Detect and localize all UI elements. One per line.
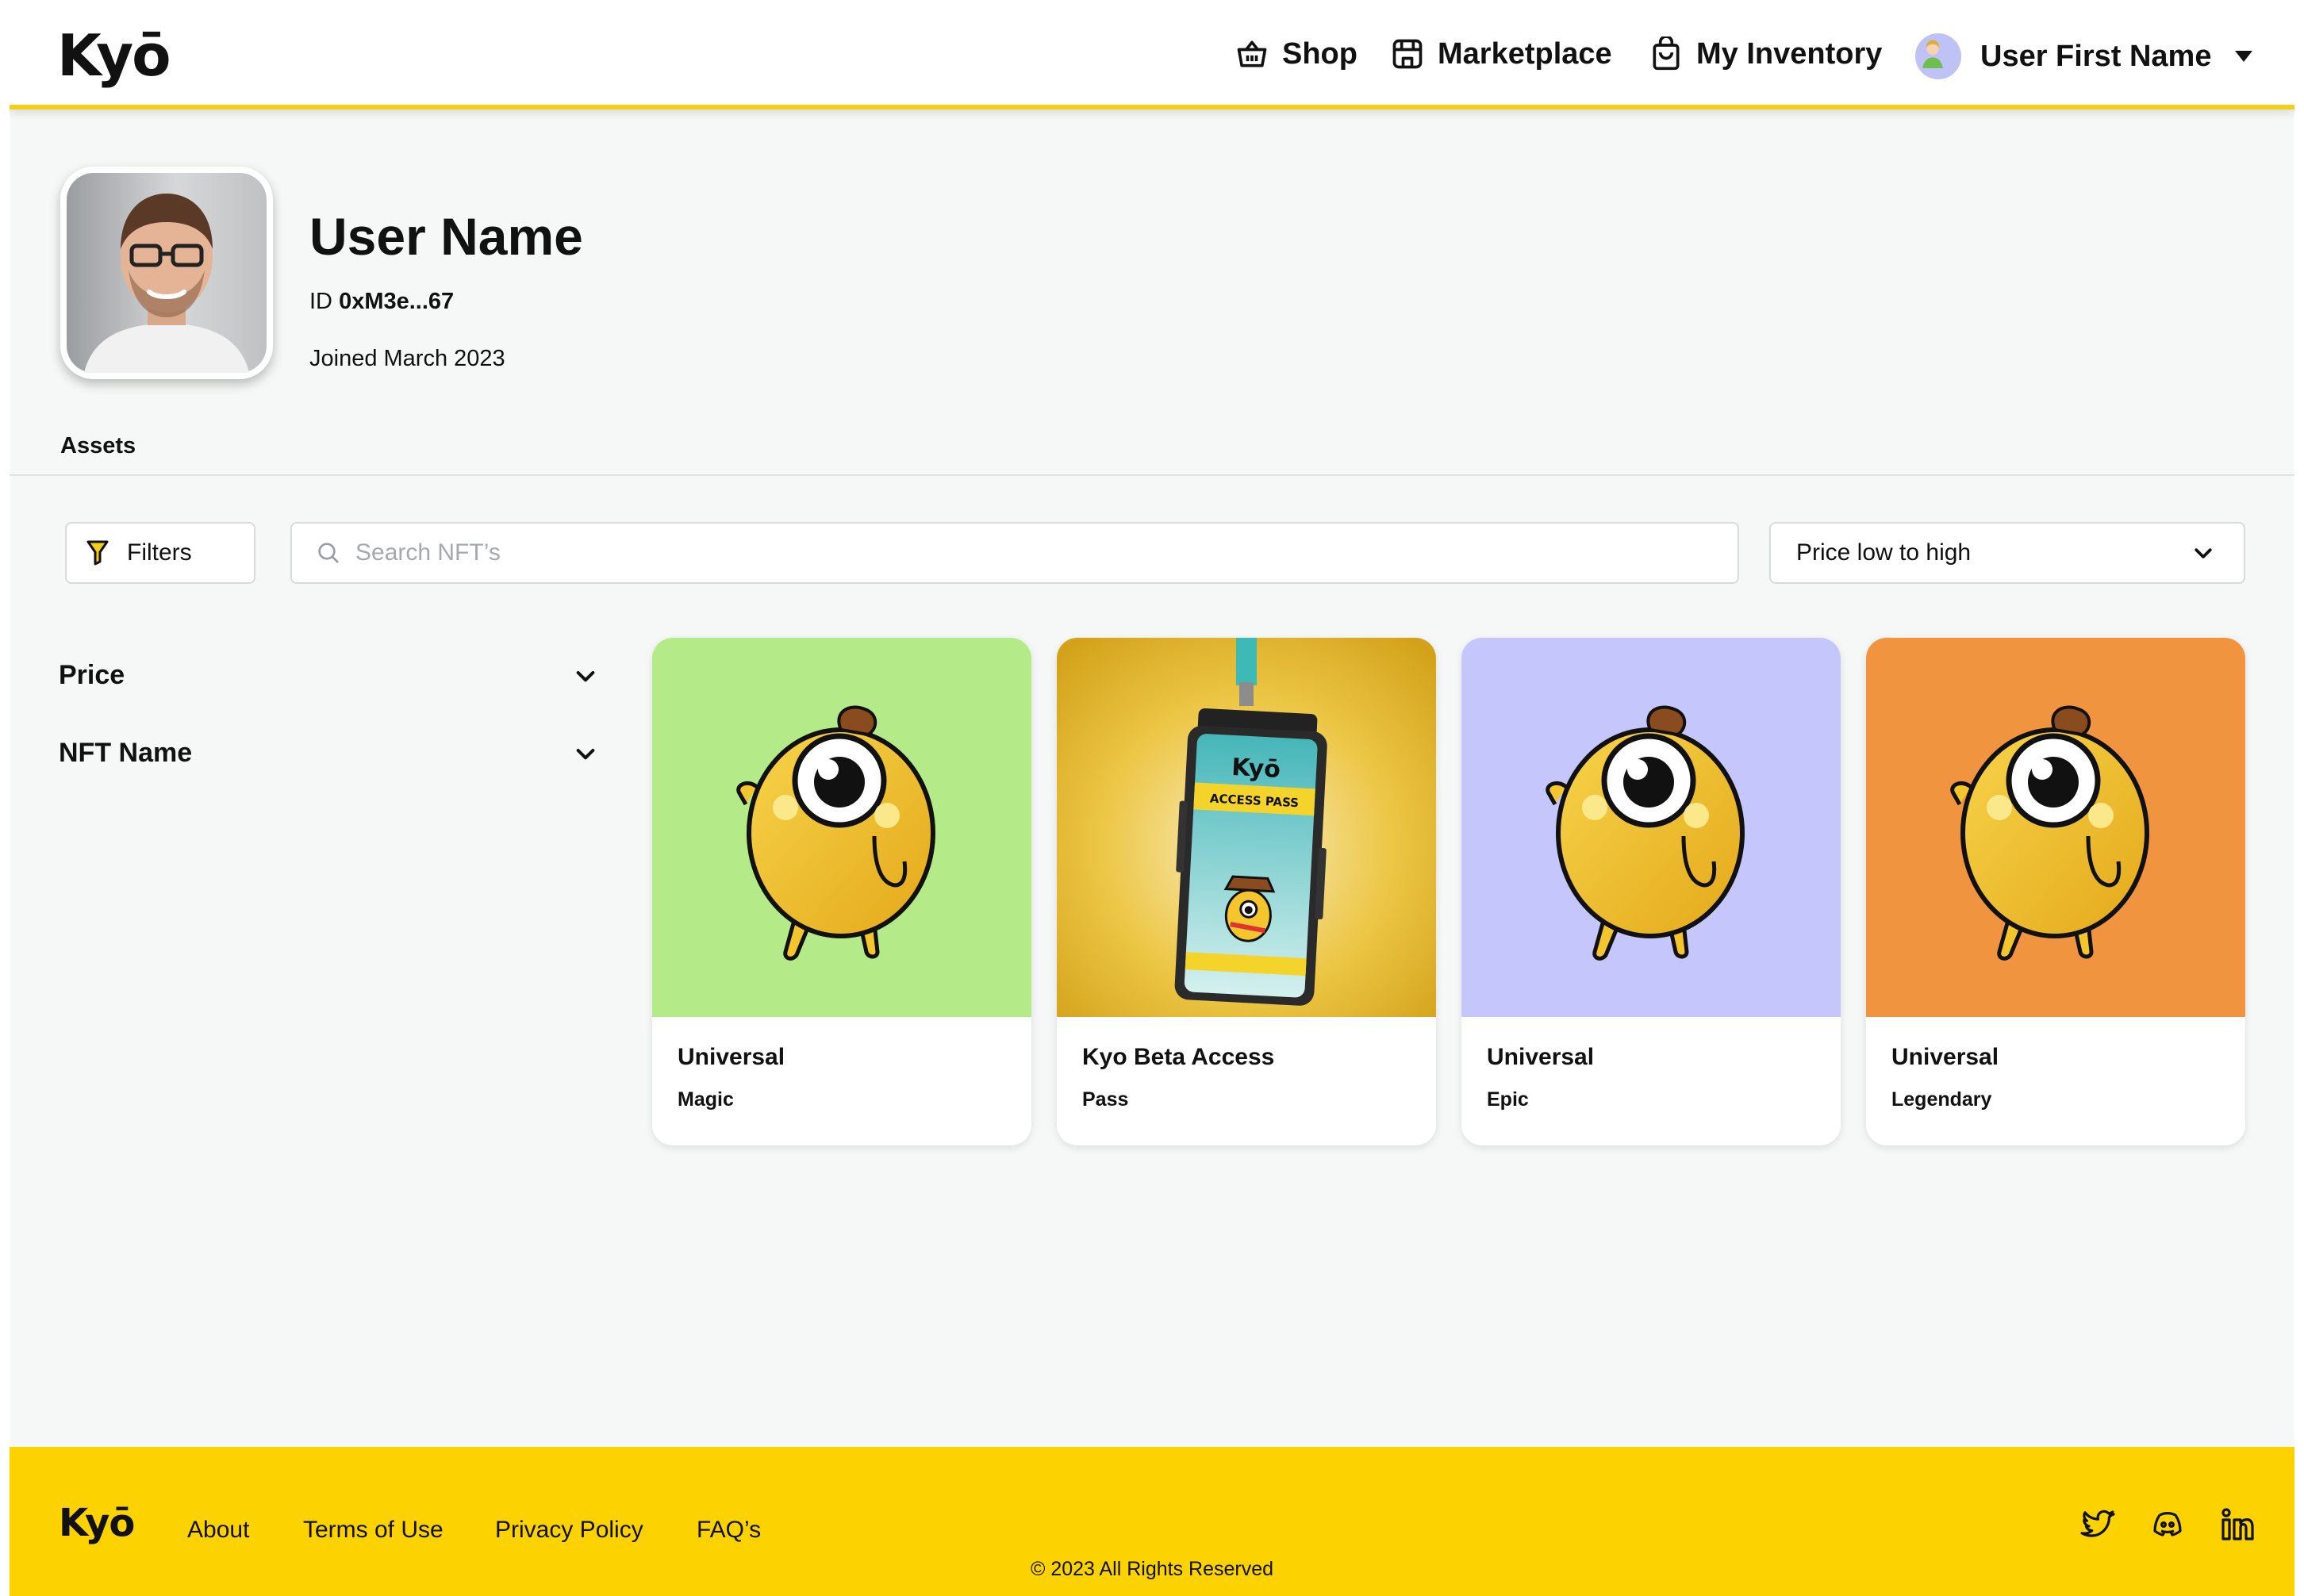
nav-marketplace[interactable]: Marketplace <box>1390 36 1612 71</box>
chevron-down-icon <box>576 748 595 759</box>
copyright-text: © 2023 All Rights Reserved <box>1030 1558 1274 1580</box>
tabs-divider <box>10 474 2294 476</box>
nft-card[interactable]: Universal Legendary <box>1866 638 2245 1145</box>
nav-my-inventory[interactable]: My Inventory <box>1649 36 1882 71</box>
search-icon <box>318 543 339 563</box>
profile-id-label: ID <box>309 289 332 314</box>
discord-icon[interactable] <box>2148 1506 2187 1544</box>
facet-nft-name-label: NFT Name <box>59 738 193 768</box>
nft-rarity: Epic <box>1487 1088 1529 1111</box>
page: Kyō Shop Marketplace My Inventory User F… <box>10 5 2294 1596</box>
filters-button[interactable]: Filters <box>65 522 255 584</box>
kyo-logo[interactable]: Kyō <box>57 22 171 89</box>
footer-link-faq[interactable]: FAQ’s <box>697 1517 761 1544</box>
nav-my-inventory-label: My Inventory <box>1696 36 1883 71</box>
twitter-icon[interactable] <box>2079 1506 2117 1544</box>
pass-logo: Kyō <box>1231 754 1281 784</box>
nft-rarity: Legendary <box>1891 1088 1992 1111</box>
nft-card[interactable]: Universal Epic <box>1461 638 1841 1145</box>
nft-rarity: Pass <box>1082 1088 1129 1111</box>
nft-image: Kyō ACCESS PASS <box>1057 638 1436 1017</box>
search-bar[interactable] <box>290 522 1739 584</box>
facet-nft-name[interactable]: NFT Name <box>59 738 598 769</box>
access-pass-image: Kyō ACCESS PASS <box>1057 638 1436 1017</box>
profile-joined-date: Joined March 2023 <box>309 346 505 371</box>
nft-card[interactable]: Universal Magic <box>652 638 1031 1145</box>
nft-card[interactable]: Kyō ACCESS PASS Kyo Beta Access Pass <box>1057 638 1436 1145</box>
profile-id: ID 0xM3e...67 <box>309 289 454 315</box>
top-navbar: Kyō Shop Marketplace My Inventory User F… <box>10 5 2294 109</box>
footer-link-about[interactable]: About <box>187 1517 249 1544</box>
profile-photo <box>60 167 273 379</box>
footer-logo[interactable]: Kyō <box>59 1501 135 1545</box>
facet-price-label: Price <box>59 660 125 690</box>
nft-image <box>1461 638 1841 1017</box>
chevron-down-icon <box>576 670 595 681</box>
kyo-mascot-image <box>1950 705 2149 961</box>
profile-id-value: 0xM3e...67 <box>339 289 455 314</box>
user-first-name: User First Name <box>1980 39 2212 73</box>
shopping-bag-icon <box>1653 36 1680 71</box>
kyo-mascot-image <box>736 705 935 961</box>
footer-link-privacy[interactable]: Privacy Policy <box>495 1517 643 1544</box>
linkedin-icon[interactable] <box>2218 1506 2256 1544</box>
nft-title: Universal <box>678 1044 785 1070</box>
kyo-mascot-image <box>1546 705 1745 961</box>
search-input[interactable] <box>354 539 1706 567</box>
nft-rarity: Magic <box>678 1088 734 1111</box>
basket-icon <box>1237 40 1267 67</box>
footer-link-terms[interactable]: Terms of Use <box>303 1517 444 1544</box>
nav-shop[interactable]: Shop <box>1235 36 1357 71</box>
sort-selected-value: Price low to high <box>1796 539 1972 566</box>
tab-assets[interactable]: Assets <box>60 433 136 459</box>
caret-down-icon <box>2235 51 2253 62</box>
nft-title: Kyo Beta Access <box>1082 1044 1275 1070</box>
footer: Kyō About Terms of Use Privacy Policy FA… <box>10 1447 2294 1596</box>
nft-title: Universal <box>1487 1044 1595 1070</box>
nft-image <box>1866 638 2245 1017</box>
storefront-icon <box>1392 39 1423 69</box>
profile-user-name: User Name <box>309 207 583 266</box>
user-menu[interactable]: User First Name <box>1915 33 2253 79</box>
nft-image <box>652 638 1031 1017</box>
nav-marketplace-label: Marketplace <box>1438 36 1612 71</box>
funnel-icon <box>86 540 109 566</box>
sort-dropdown[interactable]: Price low to high <box>1769 522 2245 584</box>
user-avatar <box>1915 33 1961 79</box>
filters-label: Filters <box>127 539 192 566</box>
nav-shop-label: Shop <box>1282 36 1357 71</box>
nft-title: Universal <box>1891 1044 1999 1070</box>
chevron-down-icon <box>2195 548 2212 558</box>
facet-price[interactable]: Price <box>59 660 598 691</box>
